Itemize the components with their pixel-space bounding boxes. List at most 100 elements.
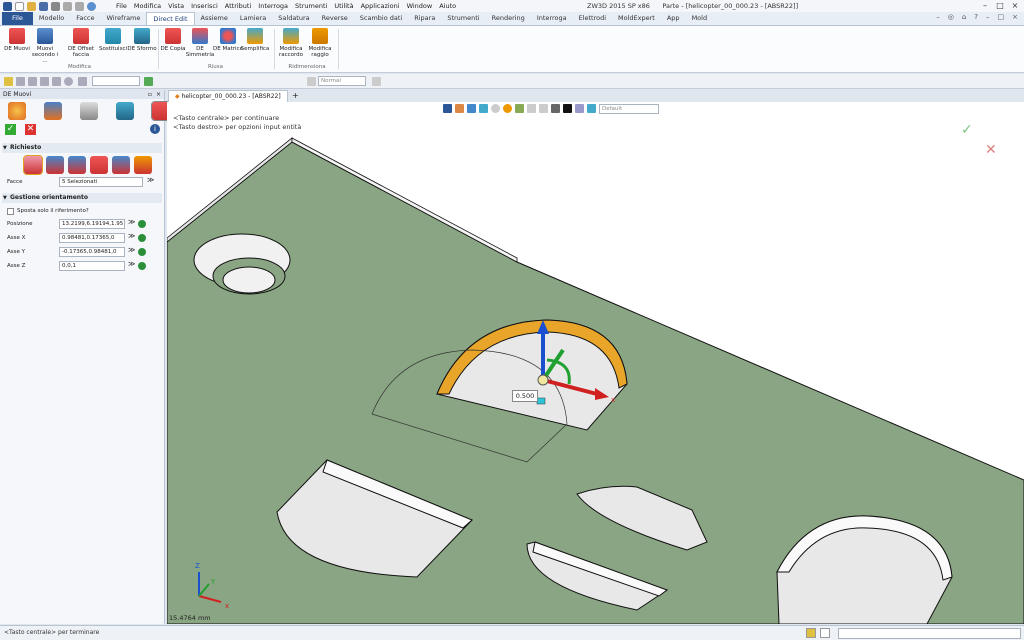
style-icon[interactable] [307, 77, 316, 86]
tab-lamiera[interactable]: Lamiera [234, 12, 272, 25]
view-orient-icon[interactable] [491, 104, 500, 113]
tab-wireframe[interactable]: Wireframe [100, 12, 146, 25]
line-icon[interactable] [28, 77, 37, 86]
box-icon[interactable] [40, 77, 49, 86]
view-style-icon[interactable] [587, 104, 596, 113]
open-file-icon[interactable] [27, 1, 36, 11]
refresh-view-icon[interactable] [144, 77, 153, 86]
ref-only-checkbox[interactable] [7, 208, 14, 215]
home-icon[interactable]: ⌂ [962, 13, 966, 21]
axis-y-pick-icon[interactable] [138, 248, 146, 256]
menu-applicazioni[interactable]: Applicazioni [361, 2, 400, 10]
move-frame-icon[interactable] [134, 156, 152, 174]
circle-icon[interactable] [64, 77, 73, 86]
style-combo[interactable]: Normal [318, 76, 366, 86]
tab-interroga[interactable]: Interroga [531, 12, 573, 25]
refresh-icon[interactable]: ◎ [948, 13, 954, 21]
document-tab[interactable]: ◆ helicopter_00_000.23 - [ABSR22] × [168, 90, 288, 111]
faces-expand-icon[interactable]: ≫ [147, 176, 154, 184]
view-rotate-icon[interactable] [467, 104, 476, 113]
tab-scambio-dati[interactable]: Scambio dati [354, 12, 408, 25]
pick-icon[interactable] [16, 77, 25, 86]
de-offset-faccia-button[interactable]: DE Offset faccia [66, 28, 96, 58]
de-sformo-button[interactable]: DE Sformo [127, 28, 157, 52]
de-matrice-button[interactable]: DE Matrice [213, 28, 243, 52]
muovi-secondo-button[interactable]: Muovi secondo i ... [30, 28, 60, 64]
status-grid-icon[interactable] [820, 628, 830, 638]
select-filter-icon[interactable] [4, 77, 13, 86]
settings-icon[interactable] [87, 1, 96, 11]
viewport-cancel-icon[interactable]: ✕ [985, 142, 997, 158]
view-bg-icon[interactable] [575, 104, 584, 113]
menu-attributi[interactable]: Attributi [225, 2, 252, 10]
redo-icon[interactable] [75, 1, 84, 11]
viewport-ok-icon[interactable]: ✓ [961, 122, 973, 138]
view-zoom-icon[interactable] [515, 104, 524, 113]
axis-x-expand-icon[interactable]: ≫ [128, 232, 135, 240]
new-file-icon[interactable] [15, 1, 24, 11]
new-tab-icon[interactable]: + [292, 91, 299, 100]
position-pick-icon[interactable] [138, 220, 146, 228]
window-restore-icon[interactable]: □ [998, 13, 1005, 21]
menu-modifica[interactable]: Modifica [134, 2, 161, 10]
move-point-icon[interactable] [46, 156, 64, 174]
view-display-icon[interactable] [551, 104, 560, 113]
info-icon[interactable]: i [150, 124, 160, 134]
cancel-button[interactable]: ✕ [25, 124, 36, 135]
save-icon[interactable] [39, 1, 48, 11]
axis-z-expand-icon[interactable]: ≫ [128, 260, 135, 268]
menu-strumenti[interactable]: Strumenti [295, 2, 327, 10]
window-minimize-icon[interactable]: – [986, 13, 990, 21]
menu-interroga[interactable]: Interroga [258, 2, 288, 10]
move-rotate-icon[interactable] [90, 156, 108, 174]
faces-field[interactable]: 5 Selezionati [59, 177, 143, 187]
axis-x-pick-icon[interactable] [138, 234, 146, 242]
style-options-icon[interactable] [372, 77, 381, 86]
de-simmetria-button[interactable]: DE Simmetria [185, 28, 215, 58]
menu-utilita[interactable]: Utilità [334, 2, 353, 10]
axis-z-pick-icon[interactable] [138, 262, 146, 270]
3d-viewport[interactable]: x Z Y x <Tasto centrale> per continuare … [167, 102, 1024, 624]
section-required[interactable]: Richiesto [2, 143, 162, 153]
tab-ripara[interactable]: Ripara [408, 12, 441, 25]
minimize-button[interactable]: – [978, 1, 992, 11]
close-button[interactable]: × [1008, 1, 1022, 11]
history-icon[interactable] [44, 102, 62, 120]
axis-y-field[interactable]: -0.17365,0.98481,0 [59, 247, 125, 257]
part-icon[interactable] [116, 102, 134, 120]
minimize-ribbon-icon[interactable]: – [936, 13, 940, 21]
status-icon[interactable] [806, 628, 816, 638]
print-icon[interactable] [51, 1, 60, 11]
dimension-handle[interactable] [536, 397, 546, 405]
dimension-label[interactable]: 0.500 [512, 390, 538, 402]
position-expand-icon[interactable]: ≫ [128, 218, 135, 226]
ok-button[interactable]: ✓ [5, 124, 16, 135]
axis-z-field[interactable]: 0,0,1 [59, 261, 125, 271]
tab-strumenti[interactable]: Strumenti [441, 12, 485, 25]
tab-moldexpert[interactable]: MoldExpert [612, 12, 661, 25]
sostituisci-button[interactable]: Sostituisci [98, 28, 128, 52]
tab-elettrodi[interactable]: Elettrodi [573, 12, 612, 25]
palette-icon[interactable] [8, 102, 26, 120]
tab-assieme[interactable]: Assieme [195, 12, 234, 25]
axis-y-expand-icon[interactable]: ≫ [128, 246, 135, 254]
menu-aiuto[interactable]: Aiuto [439, 2, 456, 10]
view-cube-icon[interactable] [479, 104, 488, 113]
tab-saldatura[interactable]: Saldatura [272, 12, 315, 25]
move-dir-icon[interactable] [68, 156, 86, 174]
view-render-icon[interactable] [503, 104, 512, 113]
view-style-combo[interactable]: Default [599, 104, 659, 114]
menu-file[interactable]: File [116, 2, 127, 10]
de-copia-button[interactable]: DE Copia [158, 28, 188, 52]
tab-direct-edit[interactable]: Direct Edit [146, 12, 195, 25]
modifica-raggio-button[interactable]: Modifica raggio [305, 28, 335, 58]
tab-rendering[interactable]: Rendering [486, 12, 531, 25]
window-close-icon[interactable]: × [1012, 13, 1018, 21]
de-muovi-button[interactable]: DE Muovi [2, 28, 32, 52]
view-select-icon[interactable] [443, 104, 452, 113]
position-field[interactable]: 13.2199,6.19194,1.95 [59, 219, 125, 229]
view-icon[interactable] [80, 102, 98, 120]
view-section-icon[interactable] [539, 104, 548, 113]
section-orientation[interactable]: Gestione orientamento [2, 193, 162, 203]
snap-icon[interactable] [52, 77, 61, 86]
